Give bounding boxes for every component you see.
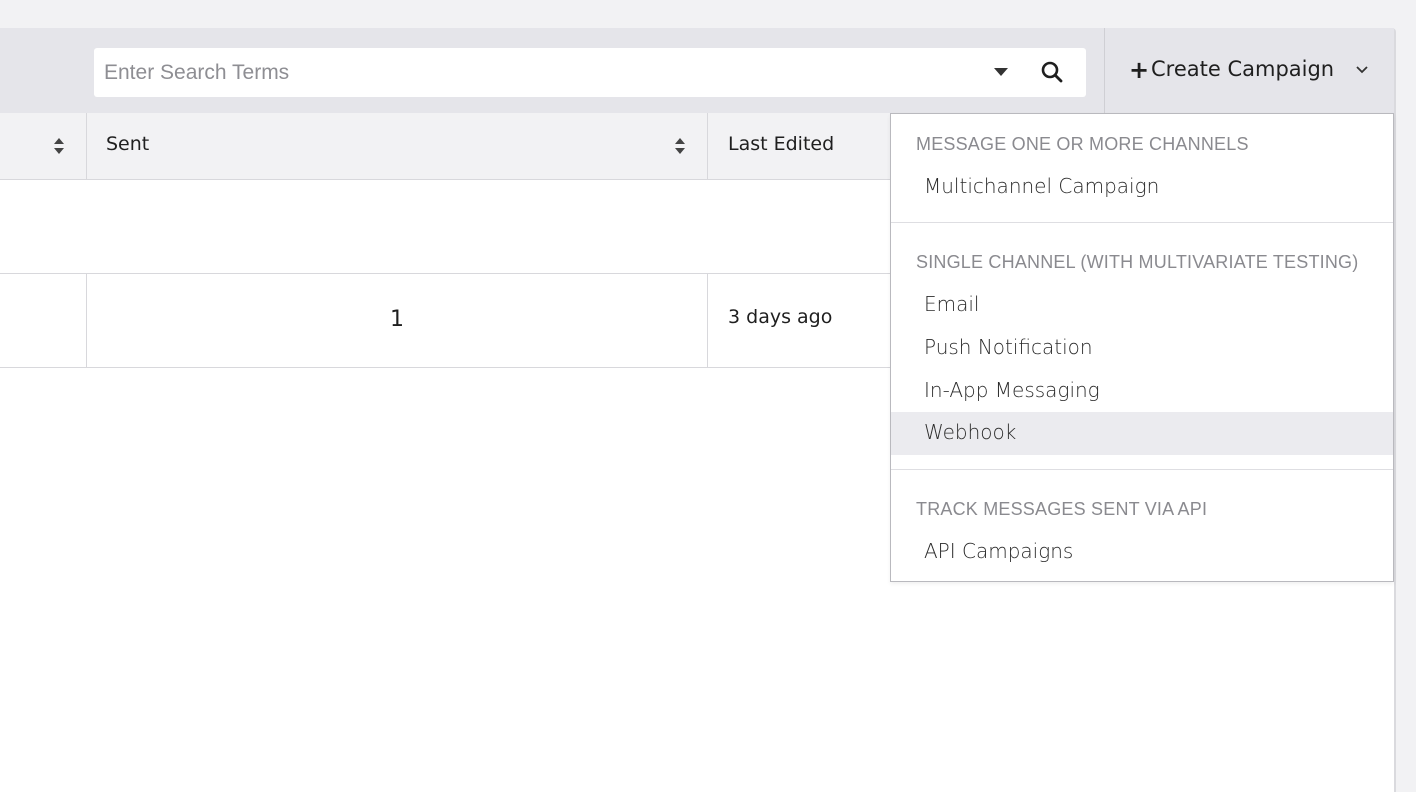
menu-item-label: Email (924, 292, 980, 316)
column-divider (707, 274, 708, 367)
menu-item-label: Push Notification (924, 335, 1093, 359)
column-divider (86, 274, 87, 367)
menu-divider (891, 469, 1393, 470)
cell-last-edited: 3 days ago (728, 306, 833, 328)
menu-item-label: Multichannel Campaign (924, 174, 1160, 198)
column-header-sent-label: Sent (106, 133, 150, 155)
create-campaign-label: Create Campaign (1151, 57, 1335, 81)
chevron-down-icon[interactable] (1355, 65, 1369, 75)
menu-item-email[interactable]: Email (891, 284, 1393, 327)
menu-heading-multichannel: MESSAGE ONE OR MORE CHANNELS (916, 134, 1249, 154)
column-header-last-edited-label: Last Edited (728, 133, 835, 155)
sort-icon[interactable] (674, 137, 686, 155)
menu-item-label: Webhook (924, 420, 1017, 444)
menu-item-label: In-App Messaging (924, 378, 1100, 402)
search-input[interactable] (94, 48, 974, 97)
sort-icon[interactable] (53, 137, 65, 155)
create-campaign-menu: MESSAGE ONE OR MORE CHANNELS Multichanne… (890, 113, 1394, 582)
create-campaign-button[interactable]: + Create Campaign (1105, 28, 1394, 113)
menu-divider (891, 222, 1393, 223)
menu-item-label: API Campaigns (924, 539, 1074, 563)
menu-item-webhook[interactable]: Webhook (891, 412, 1393, 455)
menu-item-push-notification[interactable]: Push Notification (891, 327, 1393, 370)
menu-item-multichannel-campaign[interactable]: Multichannel Campaign (891, 166, 1393, 209)
search-box (94, 48, 1086, 97)
column-header-sent[interactable]: Sent (86, 113, 708, 180)
cell-sent: 1 (390, 307, 404, 332)
caret-down-icon[interactable] (994, 68, 1008, 76)
plus-icon: + (1129, 56, 1150, 84)
menu-item-in-app-messaging[interactable]: In-App Messaging (891, 370, 1393, 413)
menu-heading-api: TRACK MESSAGES SENT VIA API (916, 499, 1208, 519)
menu-heading-single-channel: SINGLE CHANNEL (WITH MULTIVARIATE TESTIN… (916, 252, 1359, 272)
search-icon[interactable] (1040, 60, 1064, 84)
toolbar: + Create Campaign (0, 28, 1394, 113)
menu-item-api-campaigns[interactable]: API Campaigns (891, 531, 1393, 574)
